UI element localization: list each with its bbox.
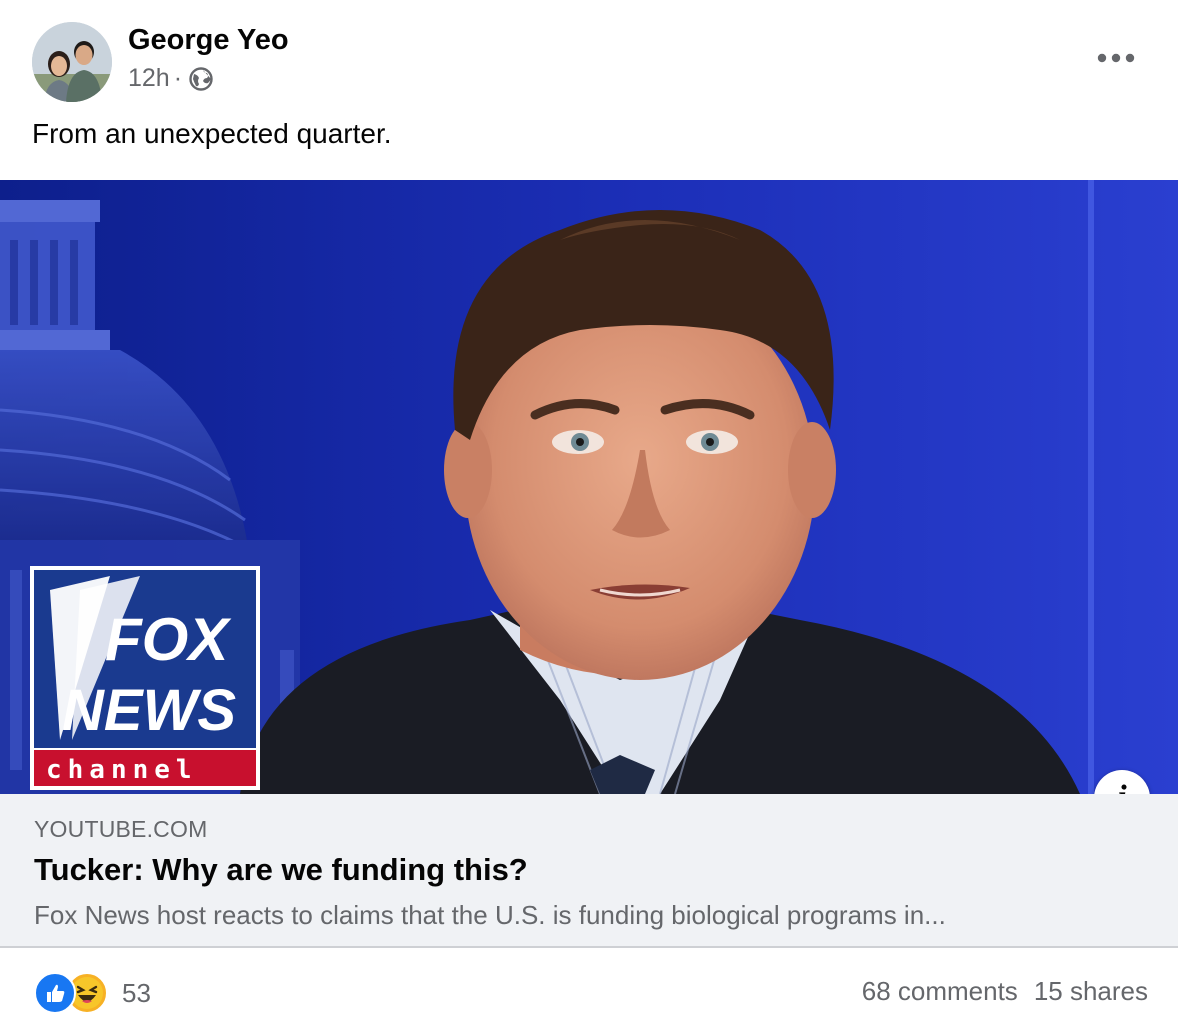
more-icon bbox=[1097, 53, 1135, 63]
like-icon bbox=[34, 972, 76, 1014]
author-avatar[interactable] bbox=[32, 22, 112, 102]
more-options-button[interactable] bbox=[1094, 36, 1138, 80]
engagement-counts: 68 comments 15 shares bbox=[862, 976, 1148, 1007]
post-time[interactable]: 12h bbox=[128, 64, 170, 93]
post-text: From an unexpected quarter. bbox=[32, 118, 392, 149]
fox-news-logo: FOX NEWS channel bbox=[30, 566, 260, 790]
link-description: Fox News host reacts to claims that the … bbox=[34, 900, 946, 930]
shares-count[interactable]: 15 shares bbox=[1034, 976, 1148, 1007]
author-name[interactable]: George Yeo bbox=[128, 24, 289, 57]
post-meta: 12h · bbox=[128, 64, 214, 93]
svg-text:FOX: FOX bbox=[105, 606, 232, 673]
globe-icon[interactable] bbox=[188, 66, 214, 92]
comments-count[interactable]: 68 comments bbox=[862, 976, 1018, 1007]
meta-separator: · bbox=[173, 64, 183, 92]
link-meta[interactable]: YOUTUBE.COM Tucker: Why are we funding t… bbox=[0, 794, 1178, 948]
link-thumbnail[interactable]: FOX NEWS channel bbox=[0, 180, 1178, 794]
svg-text:channel: channel bbox=[46, 755, 198, 785]
facebook-post: George Yeo 12h · From an unexpected quar… bbox=[0, 0, 1178, 1026]
svg-text:NEWS: NEWS bbox=[62, 678, 236, 743]
link-title[interactable]: Tucker: Why are we funding this? bbox=[34, 852, 528, 888]
reaction-count[interactable]: 53 bbox=[122, 978, 151, 1009]
link-domain: YOUTUBE.COM bbox=[34, 816, 208, 842]
link-preview[interactable]: FOX NEWS channel i YOUTUBE.COM Tucker: W… bbox=[0, 180, 1178, 948]
reactions-summary[interactable]: 53 bbox=[34, 972, 151, 1014]
